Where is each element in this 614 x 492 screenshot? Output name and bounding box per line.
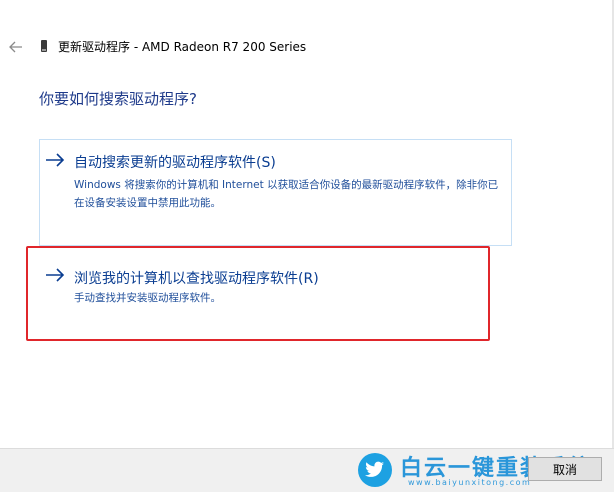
back-arrow-icon [9,41,22,53]
option-title: 浏览我的计算机以查找驱动程序软件(R) [74,271,319,287]
arrow-right-icon [46,153,65,167]
page-question: 你要如何搜索驱动程序? [39,90,197,108]
auto-search-option[interactable]: 自动搜索更新的驱动程序软件(S) Windows 将搜索你的计算机和 Inter… [39,139,512,246]
option-description: Windows 将搜索你的计算机和 Internet 以获取适合你设备的最新驱动… [74,179,499,209]
cancel-button[interactable]: 取消 [528,457,602,481]
option-title: 自动搜索更新的驱动程序软件(S) [74,155,276,171]
option-description: 手动查找并安装驱动程序软件。 [74,292,221,304]
arrow-right-icon [46,268,65,282]
device-icon [41,40,47,52]
browse-computer-option[interactable]: 浏览我的计算机以查找驱动程序软件(R) 手动查找并安装驱动程序软件。 [39,258,512,324]
dialog-footer [0,448,614,492]
top-strip [0,0,614,6]
window-title: 更新驱动程序 - AMD Radeon R7 200 Series [58,40,307,54]
back-button[interactable] [6,37,26,57]
